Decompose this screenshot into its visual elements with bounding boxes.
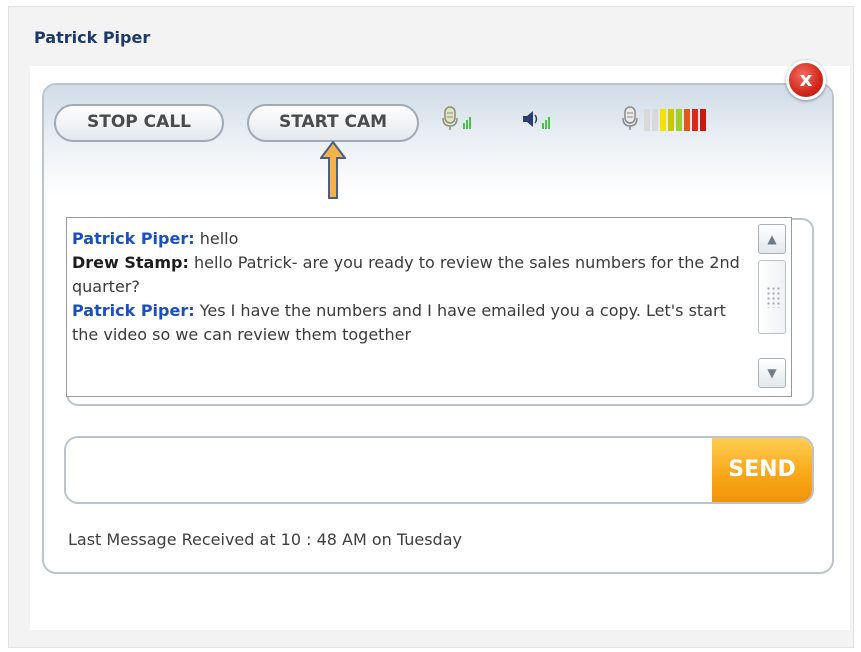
grip-icon (766, 286, 780, 308)
scroll-down-button[interactable]: ▼ (758, 358, 786, 388)
chat-scrollbar[interactable]: ▲ ▼ (754, 217, 792, 397)
signal-bars-icon (463, 123, 465, 129)
start-cam-button[interactable]: START CAM (247, 104, 419, 142)
send-button[interactable]: SEND (712, 438, 812, 502)
speaker-icon[interactable] (520, 105, 560, 133)
chat-message: Patrick Piper: Yes I have the numbers an… (72, 299, 749, 347)
chat-log: Patrick Piper: hello Drew Stamp: hello P… (66, 217, 756, 397)
level-bar (660, 109, 666, 131)
scroll-up-button[interactable]: ▲ (758, 224, 786, 254)
message-input[interactable] (66, 438, 714, 502)
message-speaker: Patrick Piper: (72, 229, 195, 248)
microphone-icon[interactable] (441, 105, 481, 133)
microphone-level-icon (622, 106, 638, 130)
window-title: Patrick Piper (34, 28, 151, 47)
message-composer: SEND (64, 436, 814, 504)
level-bar (668, 109, 674, 131)
level-bar (652, 109, 658, 131)
audio-level-meter (644, 109, 706, 131)
level-bar (692, 109, 698, 131)
level-bar (684, 109, 690, 131)
level-bar (644, 109, 650, 131)
stop-call-button[interactable]: STOP CALL (54, 104, 224, 142)
call-toolbar: STOP CALL START CAM (44, 85, 832, 199)
chat-message: Drew Stamp: hello Patrick- are you ready… (72, 251, 749, 299)
message-speaker: Patrick Piper: (72, 301, 195, 320)
level-bar (700, 109, 706, 131)
arrow-up-icon (320, 141, 346, 199)
last-message-status: Last Message Received at 10 : 48 AM on T… (68, 530, 462, 549)
message-text: hello (194, 229, 239, 248)
level-bar (676, 109, 682, 131)
chat-message: Patrick Piper: hello (72, 227, 749, 251)
close-icon[interactable]: x (786, 60, 826, 100)
scroll-thumb[interactable] (758, 260, 786, 334)
message-speaker: Drew Stamp: (72, 253, 189, 272)
